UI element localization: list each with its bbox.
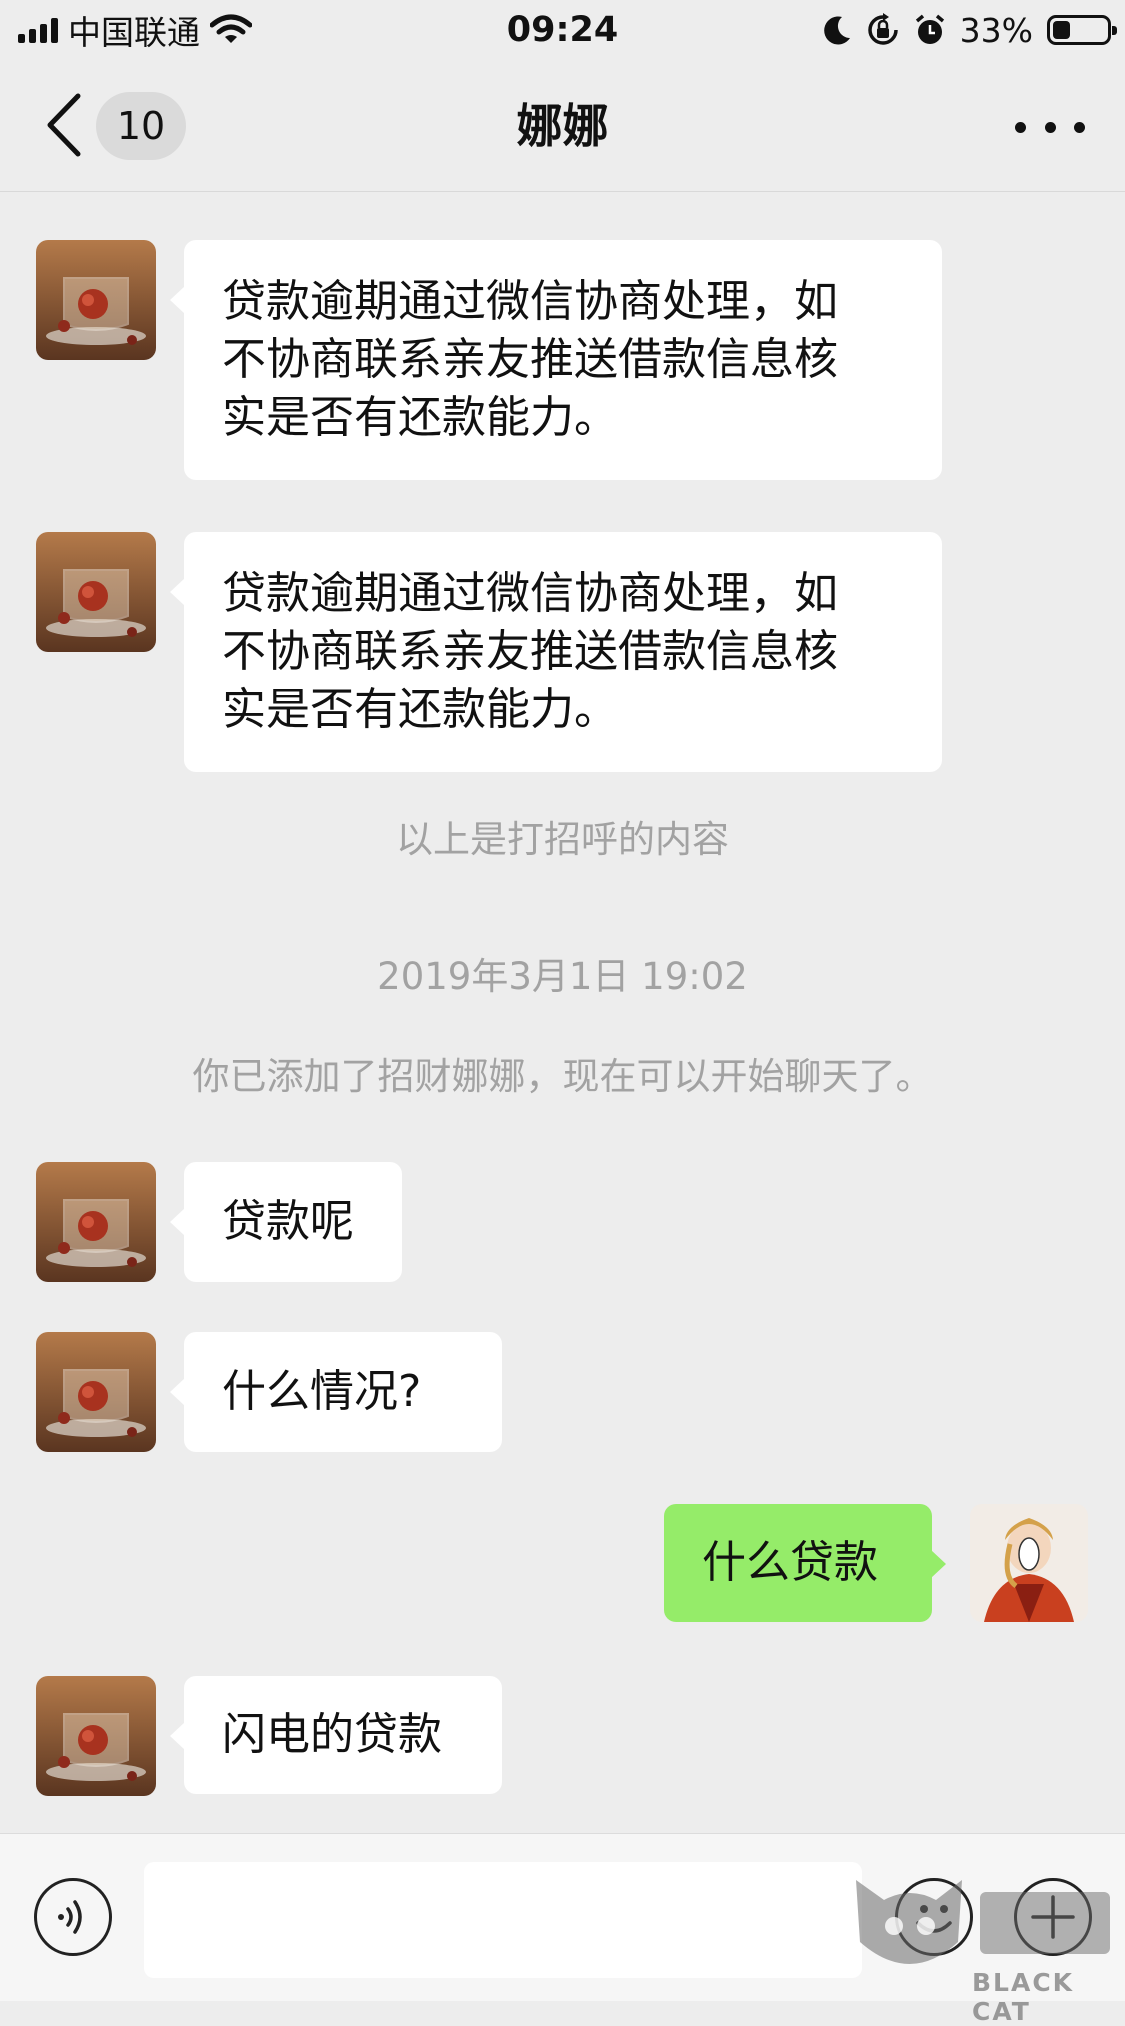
my-message-bubble[interactable]: 什么贷款: [664, 1504, 946, 1622]
chat-header: 10 娜娜: [0, 62, 1125, 192]
moon-icon: [823, 16, 850, 45]
plus-icon[interactable]: [1014, 1878, 1092, 1956]
input-bar: [0, 1833, 1125, 2001]
emoji-icon[interactable]: [895, 1878, 973, 1956]
contact-message-bubble[interactable]: 贷款逾期通过微信协商处理，如 不协商联系亲友推送借款信息核 实是否有还款能力。: [170, 532, 942, 772]
battery-icon: [1047, 15, 1117, 45]
status-bar: 中国联通 09:24 33%: [0, 0, 1125, 62]
message-input[interactable]: [144, 1862, 862, 1978]
rotation-lock-icon: [867, 13, 898, 45]
watermark-text: BLACK CAT: [972, 1968, 1075, 2026]
alarm-icon: [915, 14, 944, 44]
system-notice: 你已添加了招财娜娜，现在可以开始聊天了。: [192, 1055, 933, 1098]
contact-message-bubble[interactable]: 贷款呢: [170, 1162, 402, 1282]
contact-message-bubble[interactable]: 贷款逾期通过微信协商处理，如 不协商联系亲友推送借款信息核 实是否有还款能力。: [170, 240, 942, 480]
contact-avatar[interactable]: [36, 1332, 156, 1452]
chat-title: 娜娜: [516, 99, 609, 153]
battery-percent: 33%: [959, 10, 1033, 50]
message-timestamp: 2019年3月1日 19:02: [377, 955, 748, 998]
contact-avatar[interactable]: [36, 1162, 156, 1282]
contact-message-bubble[interactable]: 闪电的贷款: [170, 1676, 502, 1794]
voice-icon[interactable]: [34, 1878, 112, 1956]
my-avatar[interactable]: [970, 1504, 1088, 1622]
contact-avatar[interactable]: [36, 1676, 156, 1796]
more-dots-icon[interactable]: [1015, 102, 1085, 152]
contact-avatar[interactable]: [36, 532, 156, 652]
contact-message-bubble[interactable]: 什么情况?: [170, 1332, 502, 1452]
system-notice: 以上是打招呼的内容: [396, 818, 729, 861]
contact-avatar[interactable]: [36, 240, 156, 360]
